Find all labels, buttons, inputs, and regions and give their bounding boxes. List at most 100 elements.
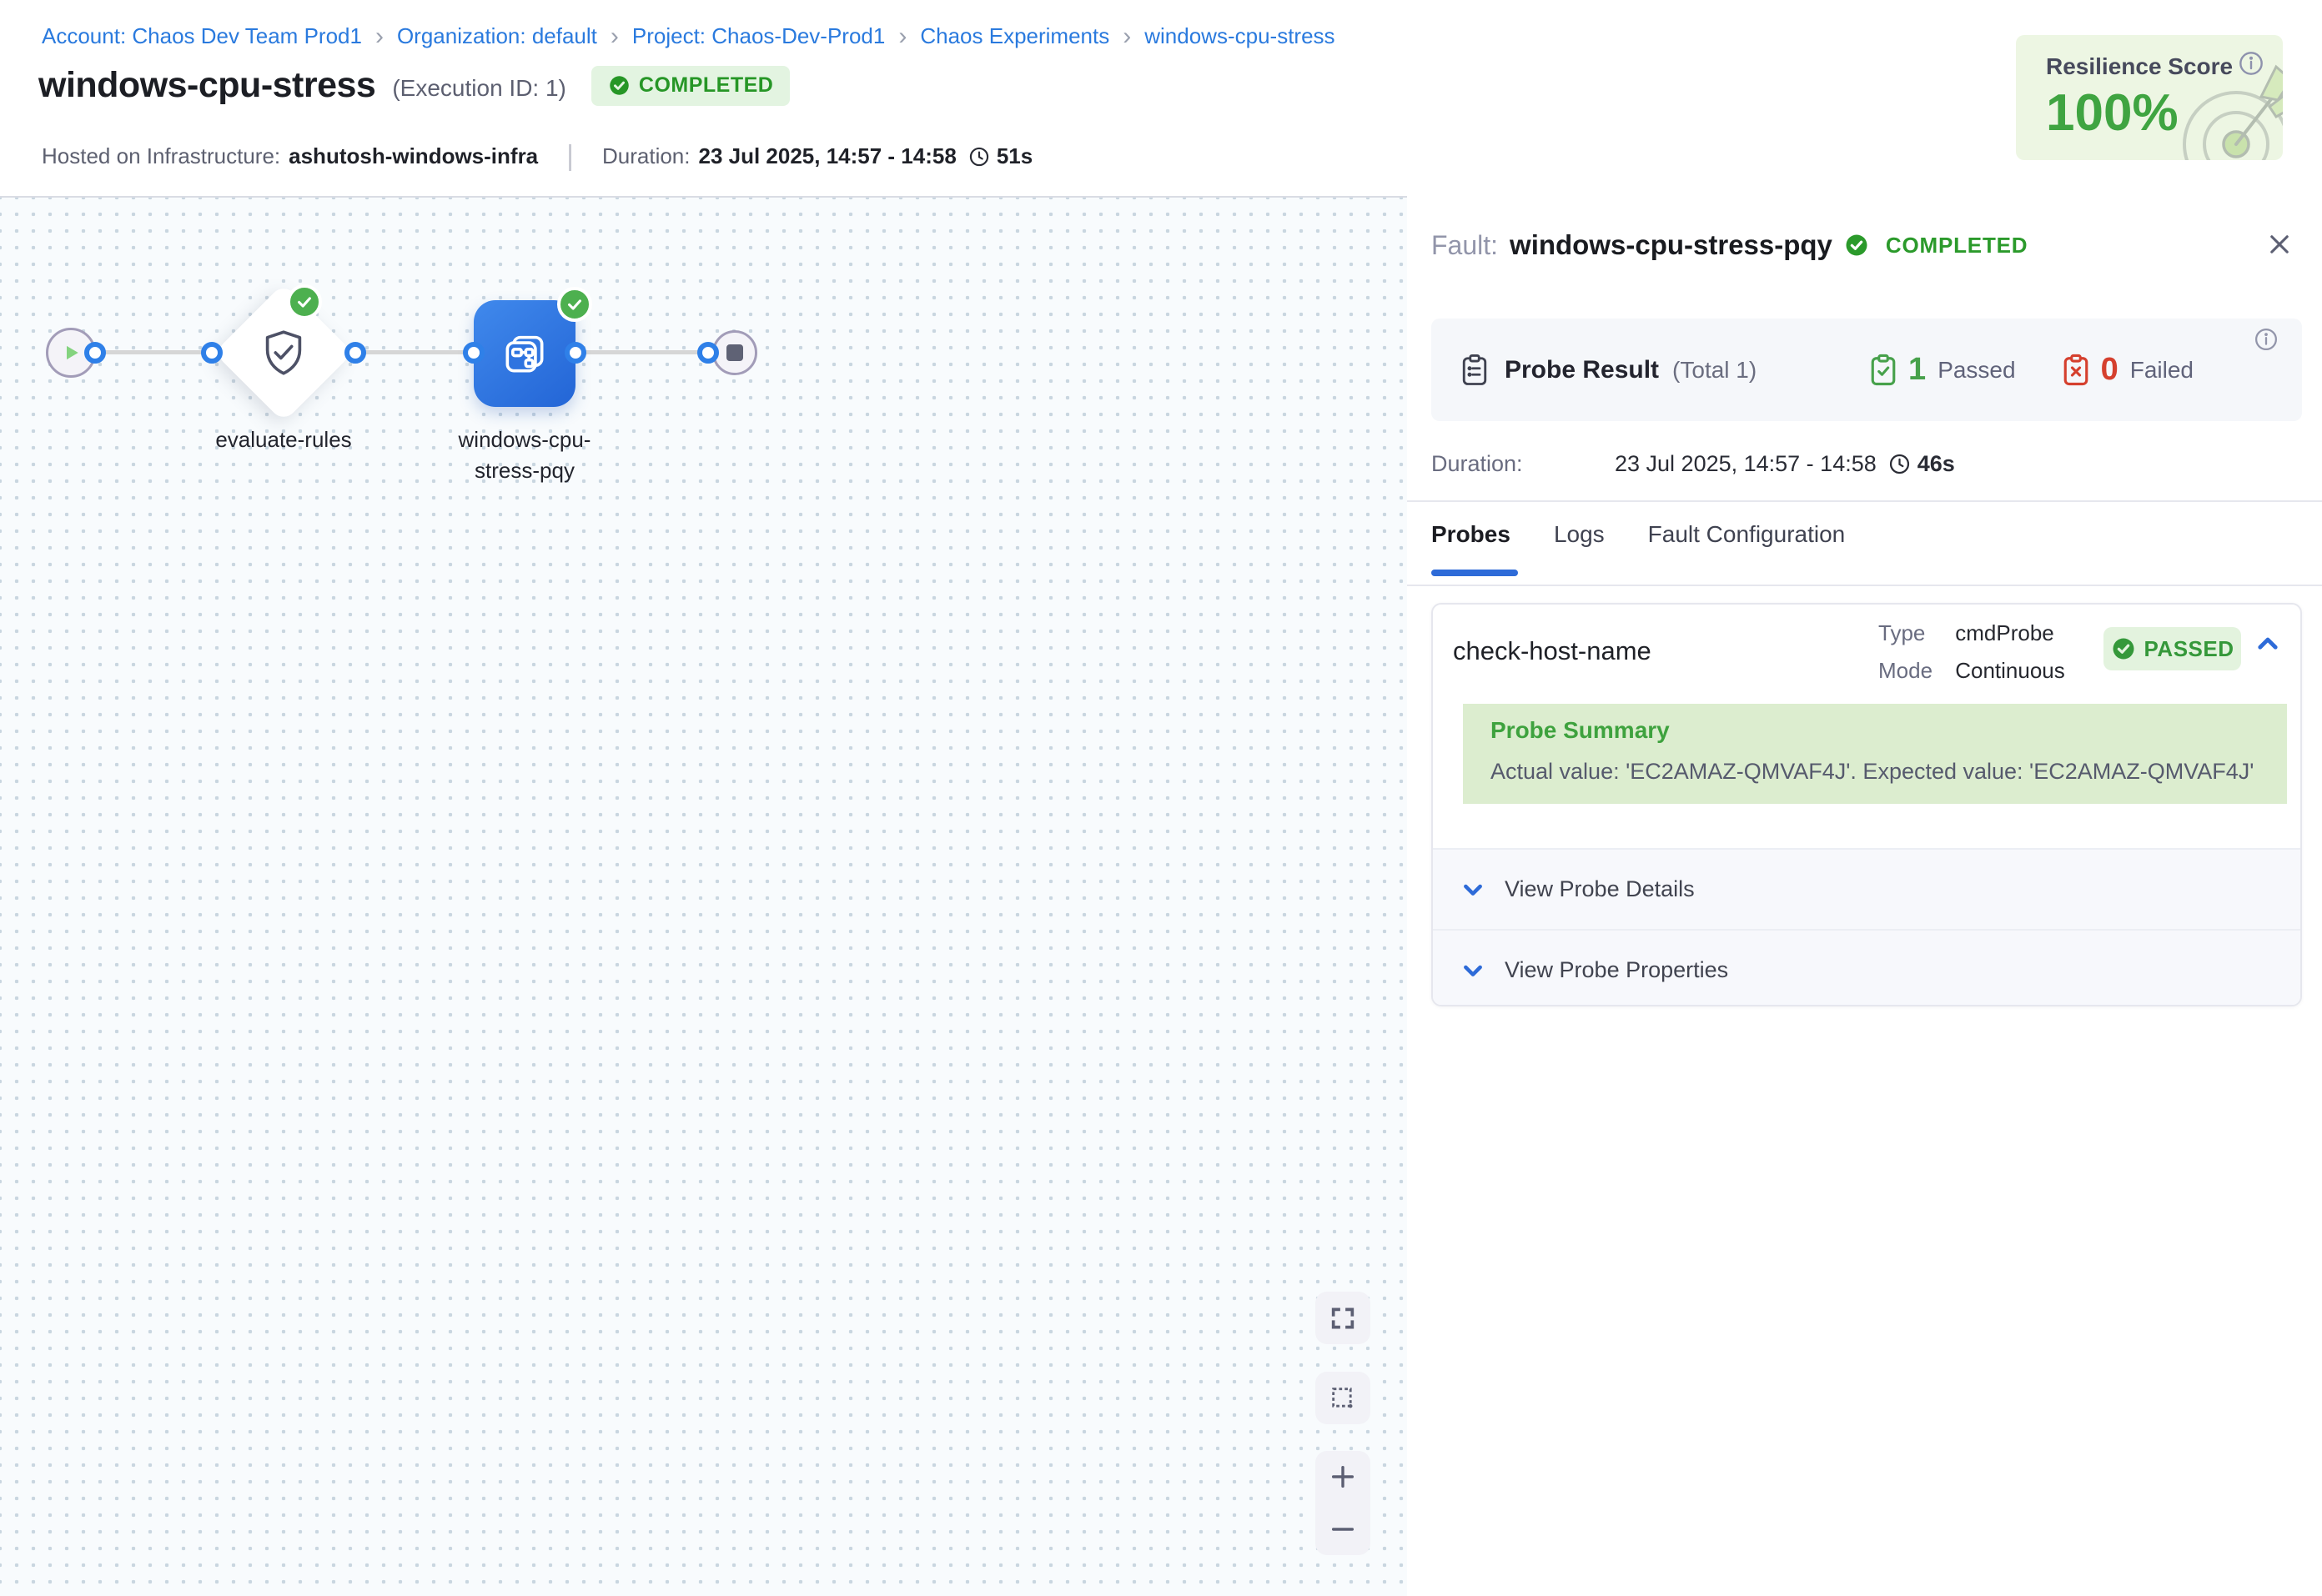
zoom-in-button[interactable] (1315, 1451, 1370, 1503)
experiment-status-badge: COMPLETED (591, 66, 790, 106)
page-title: windows-cpu-stress (38, 65, 375, 106)
panel-duration-value: 23 Jul 2025, 14:57 - 14:58 (1615, 451, 1877, 477)
plus-icon (1329, 1463, 1357, 1491)
fault-node-label-line1: windows-cpu- (433, 424, 616, 455)
clipboard-check-icon (1868, 353, 1898, 388)
infra-label: Hosted on Infrastructure: (42, 143, 280, 169)
fault-node-label: windows-cpu- stress-pqy (433, 424, 616, 486)
close-icon (2265, 230, 2294, 258)
fault-details-panel: Fault: windows-cpu-stress-pqy COMPLETED … (1407, 196, 2322, 1596)
breadcrumb-project-link[interactable]: Project: Chaos-Dev-Prod1 (632, 23, 885, 49)
panel-duration-elapsed: 46s (1917, 451, 1955, 477)
passed-count: 1 (1908, 352, 1926, 388)
breadcrumb-experiments-link[interactable]: Chaos Experiments (920, 23, 1109, 49)
resilience-score-card: Resilience Score 100% (2016, 35, 2283, 160)
resilience-score-value: 100% (2046, 83, 2179, 143)
divider (1407, 585, 2322, 586)
windows-cpu-stress-fault-node[interactable] (474, 300, 575, 407)
chevron-down-icon (1460, 876, 1486, 903)
breadcrumb: Account: Chaos Dev Team Prod1 › Organiza… (42, 23, 1335, 49)
zoom-controls (1315, 1451, 1370, 1555)
stop-icon (726, 344, 743, 361)
evaluate-rules-node[interactable] (214, 284, 354, 423)
node-port (463, 342, 485, 364)
probe-name: check-host-name (1453, 636, 1651, 666)
pipeline-connector (95, 350, 708, 354)
app-window: Account: Chaos Dev Team Prod1 › Organiza… (0, 0, 2322, 1596)
evaluate-rules-success-badge (287, 284, 322, 319)
duration-value: 23 Jul 2025, 14:57 - 14:58 (698, 143, 956, 169)
node-port (344, 342, 366, 364)
tab-fault-configuration[interactable]: Fault Configuration (1648, 521, 1846, 548)
node-port (201, 342, 223, 364)
probe-summary-text: Actual value: 'EC2AMAZ-QMVAF4J'. Expecte… (1490, 759, 2259, 785)
info-icon[interactable] (2238, 50, 2264, 81)
infra-value: ashutosh-windows-infra (289, 143, 538, 169)
check-icon (565, 295, 584, 314)
probe-summary-title: Probe Summary (1490, 717, 2259, 744)
clipboard-list-icon (1460, 353, 1490, 388)
view-probe-details-label: View Probe Details (1505, 876, 1695, 902)
check-circle-icon (1844, 233, 1869, 258)
pipeline-canvas[interactable]: evaluate-rules windows-cpu- stress-pqy (0, 196, 1407, 1596)
execution-id: (Execution ID: 1) (392, 70, 566, 102)
minus-icon (1329, 1515, 1357, 1543)
fault-status-text: COMPLETED (1886, 233, 2028, 258)
clipboard-x-icon (2061, 353, 2091, 388)
panel-duration-label: Duration: (1431, 451, 1615, 477)
probe-card-footer: View Probe Details View Probe Properties (1433, 848, 2300, 1006)
view-probe-properties-label: View Probe Properties (1505, 957, 1728, 983)
probe-status-badge: PASSED (2103, 627, 2241, 670)
fullscreen-icon (1329, 1304, 1357, 1333)
tab-logs[interactable]: Logs (1554, 521, 1605, 548)
probe-summary-box: Probe Summary Actual value: 'EC2AMAZ-QMV… (1463, 704, 2287, 804)
probe-type-value: cmdProbe (1955, 620, 2054, 645)
fault-node-label-line2: stress-pqy (433, 455, 616, 486)
chevron-right-icon: › (1123, 26, 1131, 48)
clock-icon (968, 146, 990, 168)
pipeline-end-node[interactable] (712, 330, 757, 375)
breadcrumb-account-link[interactable]: Account: Chaos Dev Team Prod1 (42, 23, 362, 49)
fault-label: Fault: (1431, 230, 1498, 261)
page-header: Account: Chaos Dev Team Prod1 › Organiza… (0, 0, 2322, 196)
probe-result-title: Probe Result (1505, 356, 1659, 384)
clock-icon (1888, 453, 1911, 475)
play-icon (58, 340, 83, 365)
resilience-score-label: Resilience Score (2046, 53, 2233, 80)
view-probe-details-toggle[interactable]: View Probe Details (1433, 850, 2300, 929)
probe-type-mode: Type cmdProbe Mode Continuous (1878, 615, 2065, 690)
zoom-out-button[interactable] (1315, 1503, 1370, 1556)
breadcrumb-current-link[interactable]: windows-cpu-stress (1144, 23, 1334, 49)
failed-label: Failed (2130, 357, 2194, 384)
chevron-up-icon (2254, 630, 2282, 658)
probe-result-summary: Probe Result (Total 1) 1 Passed (1431, 319, 2302, 421)
selection-box-icon (1329, 1384, 1357, 1413)
failed-count: 0 (2101, 352, 2118, 388)
chevron-down-icon (1460, 957, 1486, 984)
close-panel-button[interactable] (2263, 228, 2296, 261)
probe-type-label: Type (1878, 615, 1949, 652)
experiment-status-text: COMPLETED (639, 73, 773, 98)
chevron-right-icon: › (898, 26, 907, 48)
probe-status-text: PASSED (2144, 636, 2234, 662)
duration-label: Duration: (602, 143, 691, 169)
selection-tool-button[interactable] (1315, 1372, 1370, 1424)
fault-success-badge (557, 287, 592, 322)
info-icon[interactable] (2254, 327, 2279, 356)
breadcrumb-org-link[interactable]: Organization: default (397, 23, 597, 49)
evaluate-rules-label: evaluate-rules (192, 424, 375, 455)
check-icon (295, 293, 314, 311)
probe-mode-value: Continuous (1955, 658, 2065, 683)
chevron-right-icon: › (611, 26, 619, 48)
passed-label: Passed (1938, 357, 2015, 384)
check-circle-icon (2111, 636, 2136, 661)
view-probe-properties-toggle[interactable]: View Probe Properties (1433, 929, 2300, 1006)
fullscreen-button[interactable] (1315, 1292, 1370, 1344)
tab-probes[interactable]: Probes (1431, 521, 1510, 548)
active-tab-indicator (1431, 570, 1518, 576)
node-port (697, 342, 719, 364)
check-circle-icon (608, 74, 631, 97)
collapse-probe-button[interactable] (2254, 630, 2282, 658)
chevron-right-icon: › (375, 26, 384, 48)
panel-tabs: Probes Logs Fault Configuration (1431, 521, 1845, 548)
